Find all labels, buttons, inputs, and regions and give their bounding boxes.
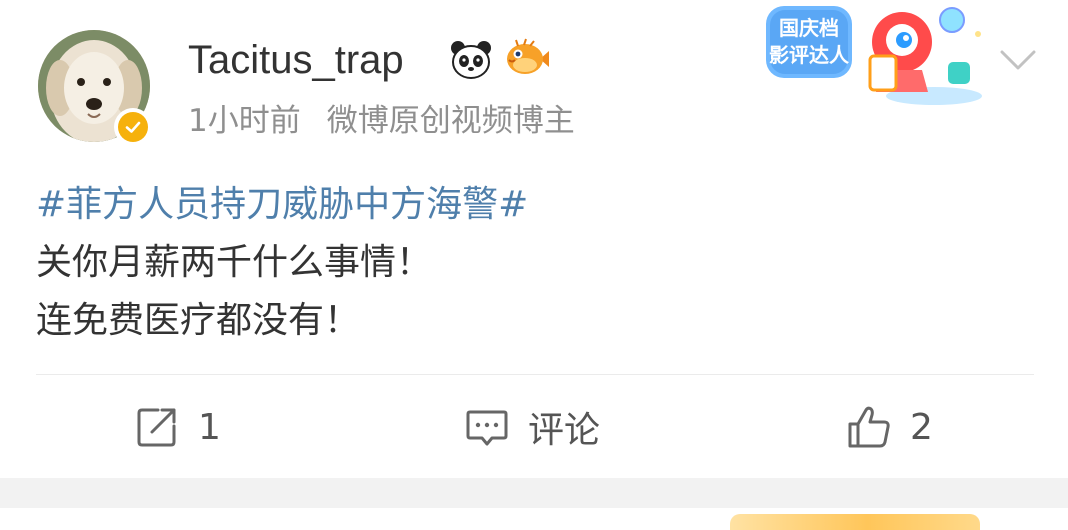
comment-icon (466, 410, 508, 446)
badge-line2: 影评达人 (769, 43, 850, 67)
post-source: 微博原创视频博主 (326, 103, 575, 139)
like-button[interactable]: 2 (846, 402, 933, 452)
chevron-down-icon[interactable] (998, 46, 1038, 74)
divider (36, 374, 1034, 375)
comment-button[interactable]: 评论 (464, 402, 600, 452)
repost-count: 1 (198, 406, 221, 448)
post-time: 1小时前 (188, 103, 301, 139)
comment-label: 评论 (528, 410, 601, 451)
post-meta: 1小时前 微博原创视频博主 (188, 100, 575, 142)
like-count: 2 (910, 406, 933, 448)
next-post-badge (730, 514, 980, 530)
repost-icon (137, 408, 176, 447)
verified-badge-icon (114, 108, 152, 146)
badge-line1: 国庆档 (779, 16, 839, 40)
pufferfish-icon (504, 36, 550, 82)
username[interactable]: Tacitus_trap (188, 34, 404, 86)
repost-button[interactable]: 1 (134, 402, 221, 452)
thumbs-up-icon (848, 406, 890, 448)
feed-separator (0, 478, 1068, 508)
post-content: #菲方人员持刀威胁中方海警# 关你月薪两千什么事情！ 连免费医疗都没有！ (36, 176, 528, 350)
action-bar: 1 评论 2 (0, 380, 1068, 478)
movie-critic-badge[interactable]: 国庆档 影评达人 (752, 0, 992, 108)
panda-icon (448, 36, 494, 82)
post-card: Tacitus_trap 1小时前 微博原创视频博主 国庆档 影评达人 #菲方人… (0, 0, 1068, 478)
post-text-line-2: 连免费医疗都没有！ (36, 300, 361, 341)
topic-hashtag-link[interactable]: #菲方人员持刀威胁中方海警# (36, 176, 528, 234)
post-text-line-1: 关你月薪两千什么事情！ (36, 242, 433, 283)
username-badges (448, 36, 550, 82)
